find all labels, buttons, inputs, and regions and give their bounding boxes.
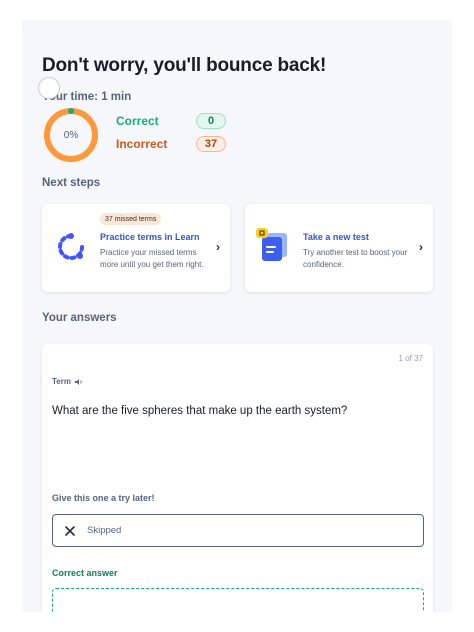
chevron-right-icon: › (419, 240, 423, 254)
correct-answer-box (52, 588, 424, 612)
answer-counter: 1 of 37 (398, 354, 423, 363)
close-icon (65, 525, 75, 536)
skipped-answer-box: Skipped (52, 514, 424, 547)
results-headline: Don't worry, you'll bounce back! (42, 55, 327, 76)
term-label: Term (52, 377, 83, 386)
missed-terms-badge: 37 missed terms (100, 213, 162, 225)
new-test-description: Try another test to boost your confidenc… (303, 248, 408, 269)
practice-learn-card[interactable]: 37 missed terms Practice terms in Learn … (42, 204, 230, 292)
skipped-text: Skipped (87, 525, 122, 536)
try-later-label: Give this one a try later! (52, 493, 155, 503)
correct-answer-label: Correct answer (52, 568, 118, 578)
question-text: What are the five spheres that make up t… (52, 405, 348, 417)
practice-learn-title: Practice terms in Learn (100, 232, 200, 242)
cursor-indicator (38, 77, 60, 99)
practice-learn-description: Practice your missed terms more until yo… (100, 248, 204, 269)
test-results-page: Don't worry, you'll bounce back! Your ti… (22, 20, 452, 612)
incorrect-count-badge: 37 (196, 136, 226, 152)
chevron-right-icon: › (216, 240, 220, 254)
speaker-icon[interactable] (74, 378, 83, 386)
new-test-card[interactable]: Take a new test Try another test to boos… (245, 204, 433, 292)
learn-icon (58, 233, 84, 260)
score-percent: 0% (63, 129, 79, 141)
test-document-icon (256, 228, 287, 261)
incorrect-label: Incorrect (116, 137, 168, 151)
your-answers-title: Your answers (42, 312, 117, 324)
correct-label: Correct (116, 114, 159, 128)
answer-card: 1 of 37 Term What are the five spheres t… (42, 344, 433, 612)
correct-count-badge: 0 (196, 113, 226, 129)
new-test-title: Take a new test (303, 232, 369, 242)
next-steps-title: Next steps (42, 177, 101, 189)
term-label-text: Term (52, 377, 71, 386)
